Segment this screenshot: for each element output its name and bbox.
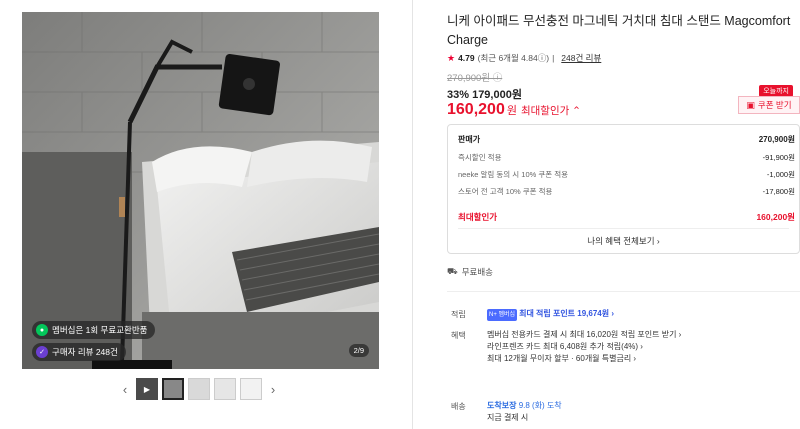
- truck-icon: ⛟: [447, 266, 458, 276]
- thumb-prev-button[interactable]: ‹: [118, 382, 132, 397]
- thumb-next-button[interactable]: ›: [266, 382, 280, 397]
- rating-sub: (최근 6개월 4.84ⓘ): [477, 53, 550, 63]
- point-text: 최대 적립 포인트 19,674원 ›: [519, 309, 614, 318]
- price-row-label: 판매가: [458, 135, 481, 144]
- final-price-unit: 원: [506, 105, 517, 117]
- thumb-image[interactable]: [240, 378, 262, 400]
- price-row-label: neeke 알림 동의 시 10% 쿠폰 적용: [458, 170, 569, 179]
- point-label: 적립: [451, 310, 466, 319]
- coupon-label: 쿠폰 받기: [757, 100, 792, 110]
- price-breakdown: 판매가 270,900원 즉시할인 적용 -91,900원 neeke 알림 동…: [447, 124, 800, 254]
- price-row: 판매가 270,900원: [458, 134, 795, 145]
- review-chip[interactable]: ✓ 구매자 리뷰 248건: [32, 343, 126, 361]
- benefit-item[interactable]: 최대 12개월 무이자 할부 · 60개월 특별금리 ›: [487, 353, 681, 365]
- price-row-value: -17,800원: [762, 187, 795, 196]
- review-icon: ✓: [36, 346, 48, 358]
- best-price-value: 160,200원: [756, 212, 795, 222]
- rating-row: ★ 4.79 (최근 6개월 4.84ⓘ) | 248건 리뷰: [447, 52, 601, 64]
- price-row-value: -1,000원: [766, 170, 795, 179]
- star-icon: ★: [447, 52, 456, 63]
- delivery-label: 배송: [451, 402, 466, 411]
- product-title: 니케 아이패드 무선충전 마그네틱 거치대 침대 스탠드 Magcomfort …: [447, 14, 791, 47]
- review-chip-label: 구매자 리뷰 248건: [52, 347, 118, 357]
- thumb-image[interactable]: [188, 378, 210, 400]
- delivery-date: 9.8 (화) 도착: [518, 401, 562, 410]
- product-info: 니케 아이패드 무선충전 마그네틱 거치대 침대 스탠드 Magcomfort …: [447, 0, 800, 429]
- price-row-value: -91,900원: [762, 153, 795, 162]
- divider: [412, 0, 413, 429]
- price-row-value: 270,900원: [758, 135, 795, 144]
- coupon-icon: ▣: [746, 99, 755, 110]
- review-count-link[interactable]: 248건 리뷰: [561, 52, 601, 64]
- membership-chip-label: 멤버십은 1회 무료교환반품: [52, 325, 148, 335]
- benefit-list: 멤버십 전용카드 결제 시 최대 16,020원 적립 포인트 받기 › 라인프…: [487, 329, 681, 365]
- shipping-row: ⛟ 무료배송: [447, 266, 493, 278]
- coupon-button[interactable]: ▣ 쿠폰 받기: [738, 96, 800, 114]
- membership-icon: ●: [36, 324, 48, 336]
- best-price-label: 최대할인가: [458, 212, 498, 222]
- nplus-badge: N+ 멤버십: [487, 309, 518, 321]
- discount-price: 33% 179,000원: [447, 89, 522, 101]
- point-value[interactable]: N+ 멤버십 최대 적립 포인트 19,674원 ›: [487, 308, 614, 321]
- product-gallery: ● 멤버십은 1회 무료교환반품 ✓ 구매자 리뷰 248건 2/9 ‹ ▶ ›: [0, 0, 412, 429]
- my-benefit-link[interactable]: 나의 혜택 전체보기 ›: [448, 235, 799, 247]
- membership-chip: ● 멤버십은 1회 무료교환반품: [32, 321, 156, 339]
- final-price-toggle[interactable]: 최대할인가 ⌃: [521, 103, 581, 118]
- delivery-sub: 지금 결제 시: [487, 413, 529, 422]
- divider: [447, 291, 800, 292]
- price-row: 스토어 전 고객 10% 쿠폰 적용 -17,800원: [458, 186, 795, 197]
- original-price: 270,900원 ⓘ: [447, 73, 503, 84]
- final-price: 160,200 원 최대할인가 ⌃: [447, 101, 581, 119]
- image-counter: 2/9: [348, 344, 369, 357]
- price-row-label: 즉시할인 적용: [458, 153, 502, 162]
- price-row-label: 스토어 전 고객 10% 쿠폰 적용: [458, 187, 553, 196]
- thumbnail-strip: ‹ ▶ ›: [118, 378, 280, 400]
- product-main-image[interactable]: ● 멤버십은 1회 무료교환반품 ✓ 구매자 리뷰 248건 2/9: [22, 12, 379, 369]
- delivery-info: 도착보장 9.8 (화) 도착 지금 결제 시: [487, 400, 562, 424]
- shipping-text: 무료배송: [461, 267, 493, 277]
- price-row: 즉시할인 적용 -91,900원: [458, 152, 795, 163]
- price-row: neeke 알림 동의 시 10% 쿠폰 적용 -1,000원: [458, 169, 795, 180]
- final-price-value: 160,200: [447, 101, 505, 118]
- delivery-guarantee-tag: 도착보장: [487, 401, 517, 410]
- best-price-row: 최대할인가 160,200원: [458, 211, 795, 223]
- thumb-image-selected[interactable]: [162, 378, 184, 400]
- benefit-item[interactable]: 멤버십 전용카드 결제 시 최대 16,020원 적립 포인트 받기 ›: [487, 329, 681, 341]
- benefit-item[interactable]: 라인프렌즈 카드 최대 6,408원 추가 적립(4%) ›: [487, 341, 681, 353]
- divider: |: [552, 53, 555, 63]
- rating-value: 4.79: [458, 53, 475, 63]
- divider: [458, 228, 789, 229]
- benefit-label: 혜택: [451, 331, 466, 340]
- thumb-video-play-icon[interactable]: ▶: [136, 378, 158, 400]
- thumb-image[interactable]: [214, 378, 236, 400]
